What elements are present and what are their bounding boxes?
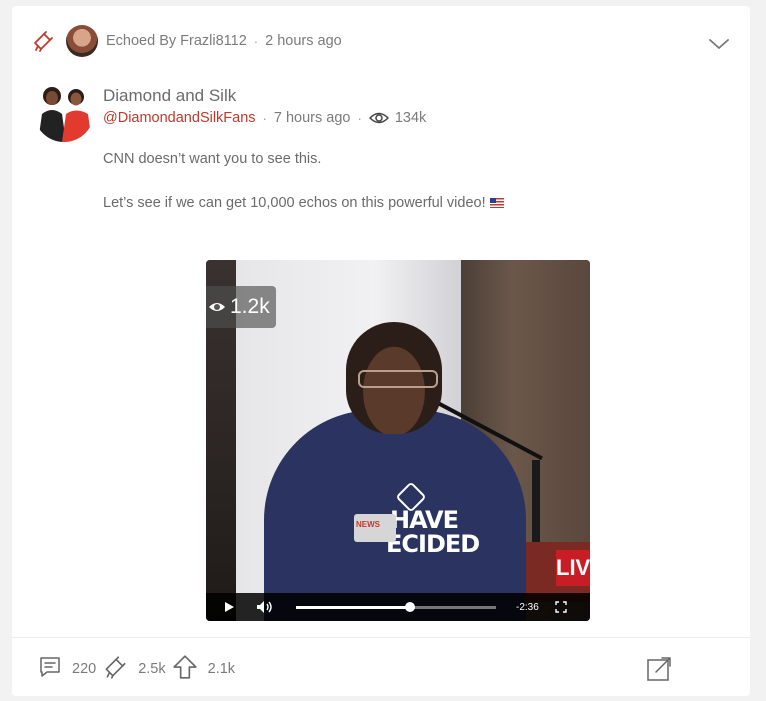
separator-dot: · [357,110,362,126]
echo-button[interactable]: 2.5k [102,654,166,684]
echo-icon [30,28,56,54]
echo-count: 2.5k [138,661,166,677]
shirt-text-line: HAVE [390,506,459,534]
view-count: 134k [394,110,427,126]
author-avatar[interactable] [34,82,94,142]
video-progress-fill [296,605,410,609]
video-frame-news-mic [354,514,396,542]
author-handle[interactable]: @DiamondandSilkFans [103,110,256,126]
upvote-arrow-icon [172,654,198,684]
comment-count: 220 [72,661,97,677]
upvote-count: 2.1k [207,661,236,677]
video-view-badge: 1.2k [206,286,276,328]
video-frame-live-badge: LIV [556,550,590,586]
video-scrub-handle[interactable] [405,602,415,612]
post-line: CNN doesn’t want you to see this. [103,151,322,167]
play-icon[interactable] [222,600,236,614]
post-card: Echoed By Frazli8112 · 2 hours ago Diamo… [12,6,750,696]
post-line: Let’s see if we can get 10,000 echos on … [103,193,504,213]
post-actions: 220 2.5k 2.1k [38,654,235,684]
fullscreen-icon[interactable] [555,601,567,613]
echo-header: Echoed By Frazli8112 · 2 hours ago [30,25,342,57]
eye-icon [368,111,389,125]
expand-icon[interactable] [646,656,672,682]
video-controls: -2:36 [206,593,590,621]
echo-time: 2 hours ago [265,33,342,49]
echo-icon [102,654,128,684]
video-player[interactable]: HAVE ECIDED LIV 1.2k [206,260,590,621]
post-time: 7 hours ago [273,110,351,126]
video-time-remaining: -2:36 [516,601,539,613]
comment-button[interactable]: 220 [38,655,96,683]
eye-icon [208,300,226,314]
echoed-by-label[interactable]: Echoed By Frazli8112 [106,33,247,49]
post-line-text: Let’s see if we can get 10,000 echos on … [103,195,486,211]
volume-icon[interactable] [256,600,274,614]
post-meta: @DiamondandSilkFans · 7 hours ago · 134k [103,110,426,126]
video-view-count: 1.2k [230,295,270,318]
comment-icon [38,655,62,683]
separator-dot: · [262,110,267,126]
footer-divider [12,637,750,638]
upvote-button[interactable]: 2.1k [172,654,235,684]
video-scrubber[interactable] [296,602,496,612]
author-info: Diamond and Silk @DiamondandSilkFans · 7… [103,86,426,126]
video-frame-glasses [358,370,438,388]
author-name[interactable]: Diamond and Silk [103,86,426,106]
echoer-avatar[interactable] [66,25,98,57]
us-flag-icon [489,198,504,208]
chevron-down-icon[interactable] [708,36,730,52]
shirt-text-line: ECIDED [386,530,480,558]
separator-dot: · [253,33,259,49]
post-body: CNN doesn’t want you to see this. Let’s … [103,149,504,237]
